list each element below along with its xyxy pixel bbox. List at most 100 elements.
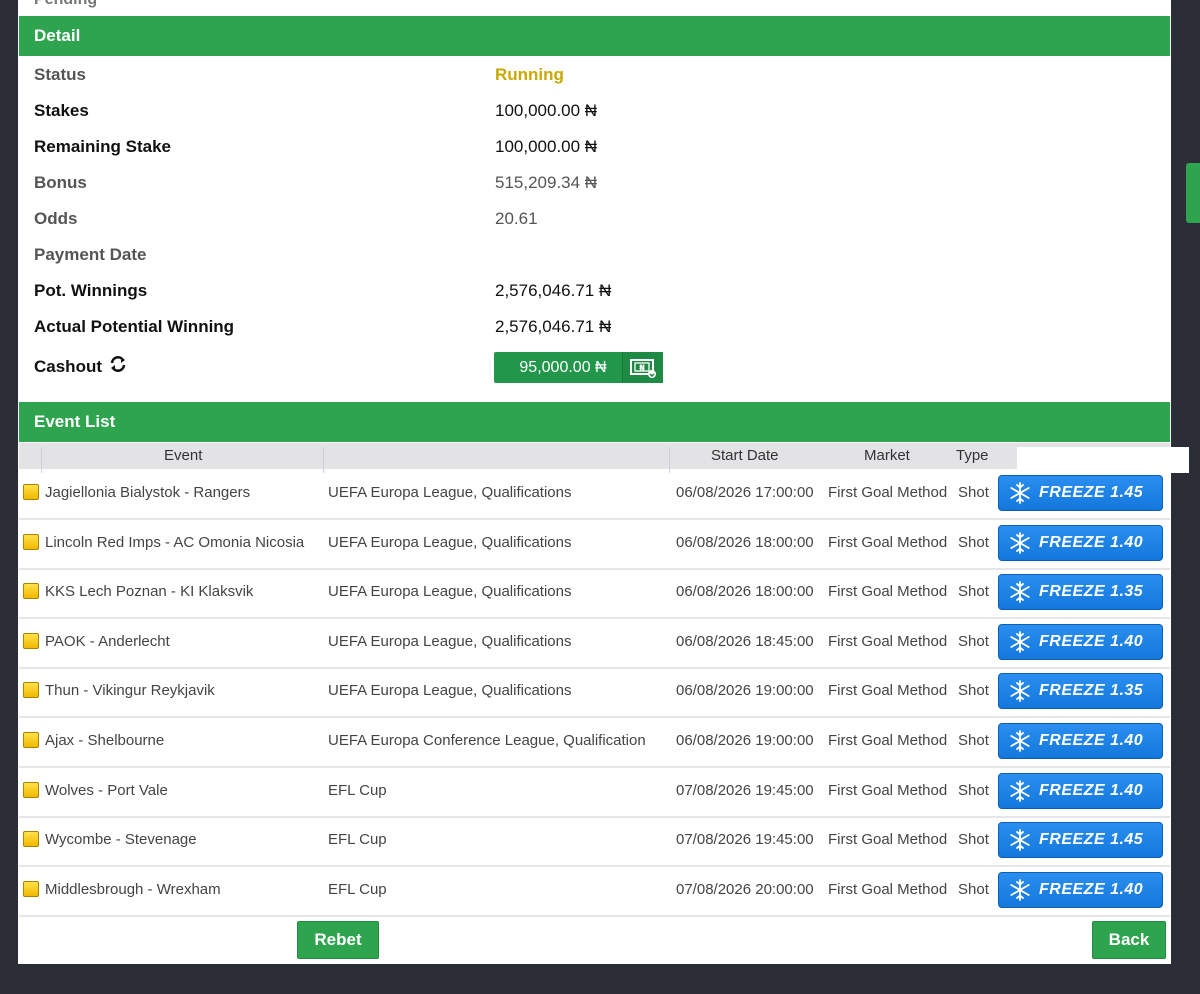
bonus-label: Bonus xyxy=(34,173,87,192)
event-checkbox[interactable] xyxy=(23,484,39,500)
event-name: Middlesbrough - Wrexham xyxy=(45,880,221,898)
event-name: Ajax - Shelbourne xyxy=(45,732,165,749)
event-row: Jagiellonia Bialystok - Rangers UEFA Euro… xyxy=(19,469,1170,520)
event-name: Wolves - Port Vale xyxy=(45,781,168,799)
snowflake-icon xyxy=(1009,779,1031,802)
cashout-button[interactable]: 95,000.00 ₦ ₦ xyxy=(494,352,663,383)
freeze-label: FREEZE 1.40 xyxy=(1039,533,1144,551)
event-name: Lincoln Red Imps - AC Omonia Nicosia xyxy=(45,533,305,551)
remaining-stake-value: 100,000.00 ₦ xyxy=(495,137,598,156)
cashout-label-wrap: Cashout xyxy=(34,355,127,379)
freeze-label: FREEZE 1.40 xyxy=(1039,880,1144,898)
event-start-date: 06/08/2026 19:00:00 xyxy=(676,682,814,700)
event-market: First Goal Method xyxy=(828,682,948,700)
event-start-date: 06/08/2026 18:00:00 xyxy=(676,583,814,601)
rebet-button[interactable]: Rebet xyxy=(297,921,379,959)
event-row: Wolves - Port Vale EFL Cup 07/08/2026 19:4… xyxy=(19,767,1170,818)
event-checkbox[interactable] xyxy=(23,831,39,848)
event-list-header: Event List xyxy=(19,402,1170,442)
event-competition: UEFA Europa League, Qualifications xyxy=(328,583,572,601)
event-checkbox[interactable] xyxy=(23,533,39,550)
scrollbar-thumb[interactable] xyxy=(1186,163,1200,223)
freeze-button[interactable]: FREEZE 1.40 xyxy=(998,723,1163,759)
event-market: First Goal Method xyxy=(828,781,948,799)
event-type: Shot xyxy=(958,880,989,898)
event-start-date: 06/08/2026 19:00:00 xyxy=(676,732,814,749)
column-market: Market xyxy=(864,447,910,464)
bonus-value: 515,209.34 ₦ xyxy=(495,173,598,192)
event-competition: EFL Cup xyxy=(328,831,387,849)
event-competition: EFL Cup xyxy=(328,781,387,799)
event-start-date: 07/08/2026 19:45:00 xyxy=(676,831,814,849)
event-start-date: 07/08/2026 19:45:00 xyxy=(676,781,814,799)
freeze-button[interactable]: FREEZE 1.40 xyxy=(998,524,1163,561)
payment-date-label: Payment Date xyxy=(34,245,147,264)
back-button[interactable]: Back xyxy=(1092,921,1166,959)
event-market: First Goal Method xyxy=(828,533,948,551)
status-value: Running xyxy=(495,65,564,84)
status-label: Status xyxy=(34,65,86,84)
event-row: KKS Lech Poznan - KI Klaksvik UEFA Europa… xyxy=(19,568,1170,620)
snowflake-icon xyxy=(1009,630,1031,653)
event-row: Ajax - Shelbourne UEFA Europa Conference … xyxy=(19,717,1170,768)
freeze-button[interactable]: FREEZE 1.35 xyxy=(998,673,1163,710)
freeze-button[interactable]: FREEZE 1.45 xyxy=(998,822,1163,859)
event-checkbox[interactable] xyxy=(23,632,39,649)
freeze-label: FREEZE 1.40 xyxy=(1039,781,1144,799)
freeze-button[interactable]: FREEZE 1.40 xyxy=(998,772,1163,809)
event-name: Thun - Vikingur Reykjavik xyxy=(45,682,215,700)
column-event: Event xyxy=(164,447,203,464)
event-market: First Goal Method xyxy=(828,732,948,749)
event-competition: UEFA Europa League, Qualifications xyxy=(328,533,572,551)
event-row: Wycombe - Stevenage EFL Cup 07/08/2026 19:… xyxy=(19,816,1170,868)
freeze-label: FREEZE 1.45 xyxy=(1039,484,1144,501)
refresh-icon[interactable] xyxy=(109,355,127,380)
remaining-stake-label: Remaining Stake xyxy=(34,137,171,156)
event-competition: UEFA Europa League, Qualifications xyxy=(328,632,572,650)
snowflake-icon xyxy=(1009,829,1031,852)
event-market: First Goal Method xyxy=(828,583,948,601)
event-checkbox[interactable] xyxy=(23,781,39,798)
event-type: Shot xyxy=(958,732,989,749)
event-checkbox[interactable] xyxy=(23,583,39,600)
stakes-label: Stakes xyxy=(34,101,89,120)
freeze-button[interactable]: FREEZE 1.35 xyxy=(998,574,1163,611)
event-start-date: 06/08/2026 17:00:00 xyxy=(676,484,814,501)
detail-header: Detail xyxy=(19,16,1170,56)
stakes-value: 100,000.00 ₦ xyxy=(495,101,598,120)
actual-potential-winning-label: Actual Potential Winning xyxy=(34,317,235,336)
event-checkbox[interactable] xyxy=(23,682,39,699)
freeze-button[interactable]: FREEZE 1.40 xyxy=(998,623,1163,660)
event-start-date: 06/08/2026 18:45:00 xyxy=(676,632,814,650)
event-name: PAOK - Anderlecht xyxy=(45,632,170,650)
odds-label: Odds xyxy=(34,209,78,228)
snowflake-icon xyxy=(1009,581,1031,604)
freeze-label: FREEZE 1.40 xyxy=(1039,632,1144,650)
freeze-button[interactable]: FREEZE 1.40 xyxy=(998,871,1163,908)
event-start-date: 07/08/2026 20:00:00 xyxy=(676,880,814,898)
event-competition: EFL Cup xyxy=(328,880,387,898)
event-market: First Goal Method xyxy=(828,484,948,501)
event-market: First Goal Method xyxy=(828,831,948,849)
snowflake-icon xyxy=(1009,878,1031,901)
event-checkbox[interactable] xyxy=(23,880,39,897)
event-competition: UEFA Europa League, Qualifications xyxy=(328,682,572,700)
snowflake-icon xyxy=(1009,680,1031,703)
freeze-label: FREEZE 1.40 xyxy=(1039,732,1144,749)
pot-winnings-value: 2,576,046.71 ₦ xyxy=(495,281,612,300)
column-start-date: Start Date xyxy=(711,447,779,464)
event-table-header: Event Start Date Market Type xyxy=(19,443,1189,473)
snowflake-icon xyxy=(1009,482,1031,504)
event-name: Jagiellonia Bialystok - Rangers xyxy=(45,484,251,501)
event-name: KKS Lech Poznan - KI Klaksvik xyxy=(45,583,254,601)
event-type: Shot xyxy=(958,781,989,799)
event-checkbox[interactable] xyxy=(23,732,39,748)
cash-icon: ₦ xyxy=(622,352,663,383)
freeze-label: FREEZE 1.35 xyxy=(1039,583,1144,601)
cashout-label: Cashout xyxy=(34,357,102,376)
event-competition: UEFA Europa League, Qualifications xyxy=(328,484,572,501)
odds-value: 20.61 xyxy=(495,209,538,228)
event-market: First Goal Method xyxy=(828,880,948,898)
snowflake-icon xyxy=(1009,531,1031,554)
freeze-button[interactable]: FREEZE 1.45 xyxy=(998,475,1163,511)
